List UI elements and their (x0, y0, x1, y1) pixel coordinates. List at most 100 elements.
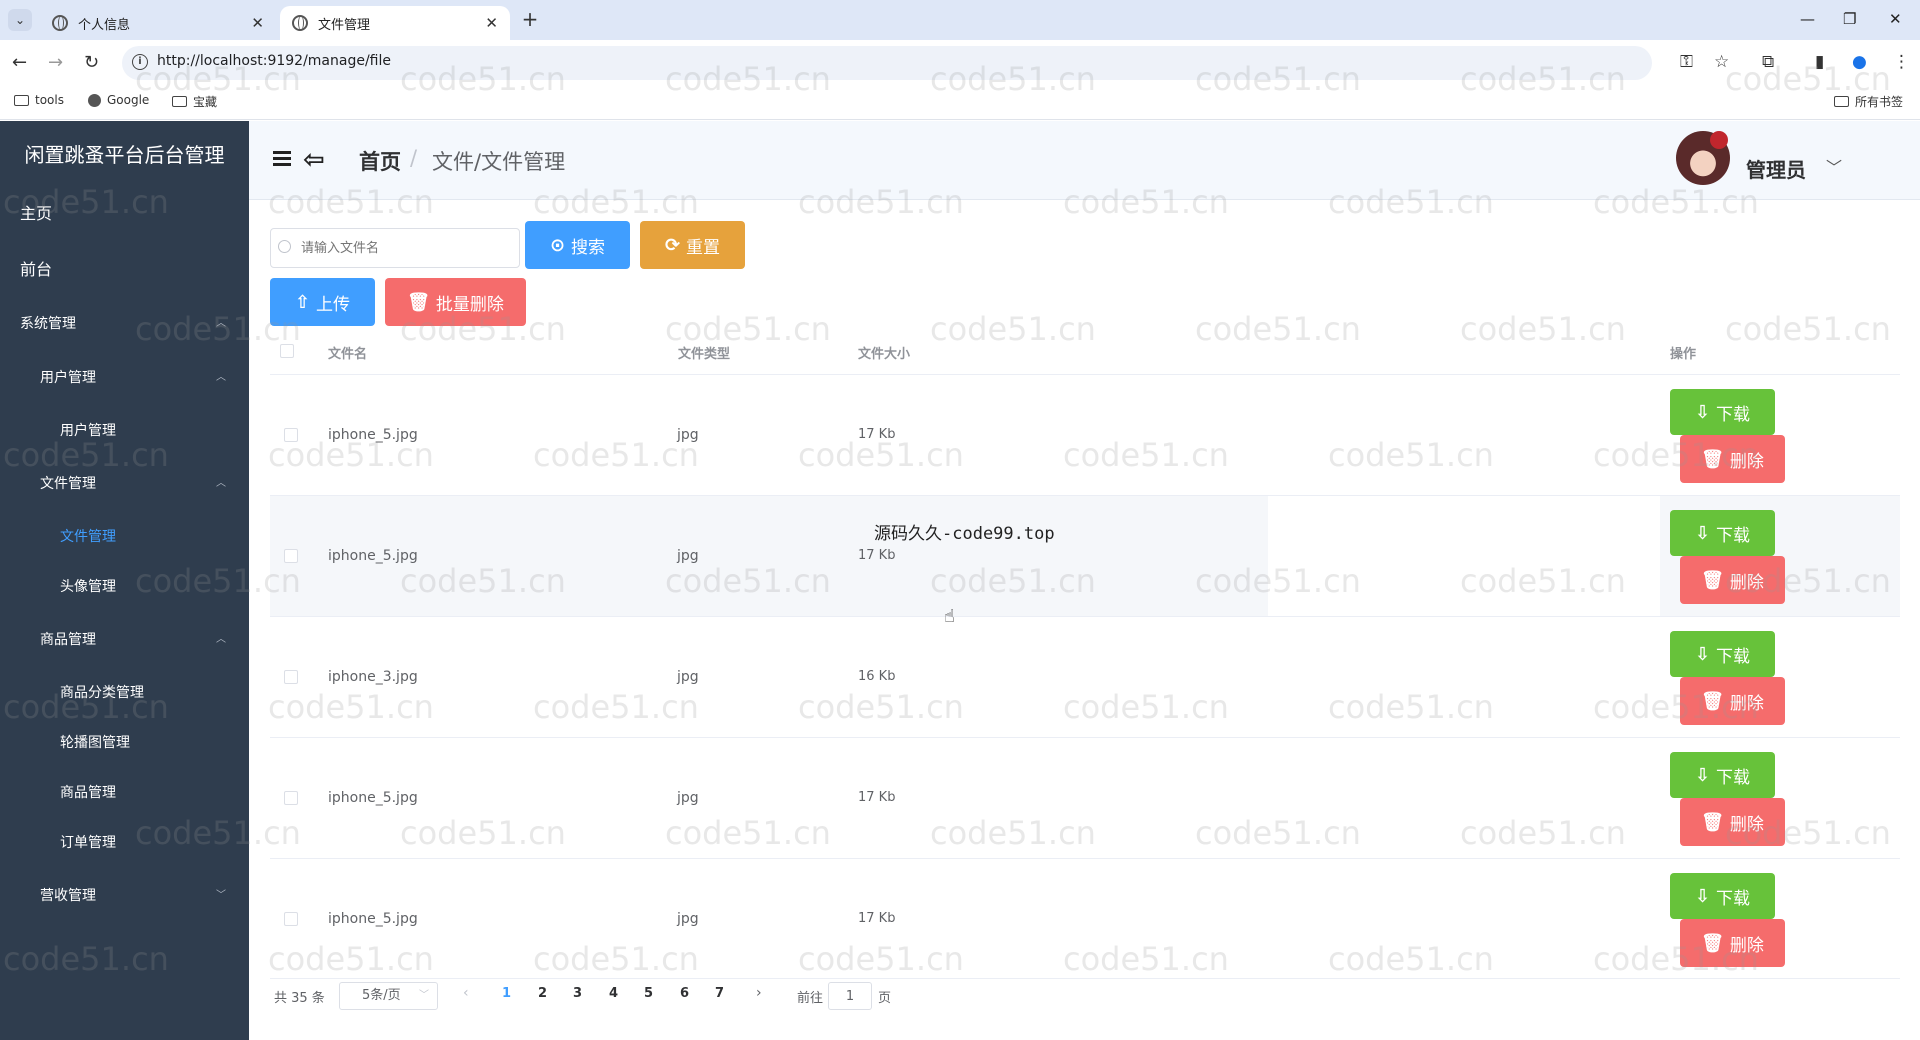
user-name[interactable]: 管理员 (1746, 154, 1806, 183)
upload-button[interactable]: ⇧ 上传 (270, 278, 375, 326)
page-number-5[interactable]: 5 (644, 986, 653, 1001)
page-size-value: 5条/页 (362, 988, 401, 1003)
collapse-arrow-icon[interactable]: ⇦ (303, 145, 325, 175)
download-button[interactable]: ⇩ 下载 (1670, 873, 1775, 919)
forward-icon[interactable]: → (48, 52, 63, 73)
hand-cursor-icon: ☝ (944, 606, 955, 627)
download-button[interactable]: ⇩ 下载 (1670, 752, 1775, 798)
search-input[interactable] (270, 228, 520, 268)
app-brand-title: 闲置跳蚤平台后台管理 (24, 143, 225, 167)
folder-icon (14, 94, 29, 106)
sidebar-item-frontend[interactable]: 前台 (20, 256, 52, 280)
batch-delete-button[interactable]: 🗑 批量删除 (385, 278, 526, 326)
breadcrumb-home[interactable]: 首页 (359, 146, 401, 176)
download-button[interactable]: ⇩ 下载 (1670, 389, 1775, 435)
row-checkbox[interactable] (284, 549, 298, 563)
restore-icon[interactable]: ❐ (1843, 10, 1856, 28)
upload-icon: ⇧ (294, 291, 311, 313)
sidebar-item-user-manage[interactable]: 用户管理 (60, 420, 116, 440)
search-button[interactable]: ⊙ 搜索 (525, 221, 630, 269)
cell-filename: iphone_5.jpg (328, 790, 418, 806)
new-tab-icon[interactable]: + (518, 8, 542, 32)
all-bookmarks[interactable]: 所有书签 (1834, 93, 1903, 110)
side-panel-icon[interactable]: ▮ (1815, 52, 1824, 72)
reset-button[interactable]: ⟳ 重置 (640, 221, 745, 269)
page-number-2[interactable]: 2 (538, 986, 547, 1001)
profile-icon[interactable]: ● (1852, 52, 1867, 72)
delete-button[interactable]: 🗑 删除 (1680, 919, 1785, 967)
bookmark-google[interactable]: Google (88, 93, 149, 107)
browser-tab-profile[interactable]: 个人信息 ✕ (40, 6, 276, 40)
url-text[interactable]: http://localhost:9192/manage/file (157, 53, 391, 69)
extensions-icon[interactable]: ⧉ (1762, 52, 1774, 72)
table-row[interactable] (270, 738, 1900, 859)
download-icon: ⇩ (1694, 764, 1711, 786)
browser-tab-file-manage[interactable]: 文件管理 ✕ (280, 6, 510, 40)
breadcrumb-current: 文件/文件管理 (432, 150, 566, 174)
table-row[interactable] (270, 617, 1900, 738)
page-size-select[interactable]: 5条/页 ﹀ (339, 982, 438, 1010)
chevron-down-icon[interactable]: ﹀ (1826, 154, 1842, 178)
back-icon[interactable]: ← (12, 52, 27, 73)
next-page-icon[interactable]: › (756, 985, 762, 1001)
row-checkbox[interactable] (284, 912, 298, 926)
delete-button[interactable]: 🗑 删除 (1680, 556, 1785, 604)
chevron-up-icon: ︿ (216, 318, 226, 329)
close-tab-icon[interactable]: ✕ (251, 14, 264, 32)
sidebar-item-goods-manage[interactable]: 商品管理 (60, 782, 116, 802)
table-row[interactable] (270, 859, 1900, 979)
close-window-icon[interactable]: ✕ (1889, 10, 1902, 28)
page-number-4[interactable]: 4 (609, 986, 618, 1001)
search-icon (278, 240, 291, 253)
more-menu-icon[interactable]: ⋮ (1893, 52, 1910, 72)
download-button[interactable]: ⇩ 下载 (1670, 510, 1775, 556)
avatar[interactable] (1676, 131, 1730, 185)
tab-search-dropdown-icon[interactable]: ⌄ (8, 9, 32, 31)
delete-button[interactable]: 🗑 删除 (1680, 798, 1785, 846)
column-header-filename: 文件名 (328, 347, 368, 362)
select-all-checkbox[interactable] (280, 344, 294, 358)
watermark-text: 源码久久-code99.top (874, 524, 1055, 544)
sidebar-item-avatar-manage[interactable]: 头像管理 (60, 576, 116, 596)
download-button[interactable]: ⇩ 下载 (1670, 631, 1775, 677)
prev-page-icon[interactable]: ‹ (463, 985, 469, 1001)
password-key-icon[interactable]: ⚿ (1680, 52, 1693, 72)
sidebar-item-goods-category[interactable]: 商品分类管理 (60, 682, 144, 702)
row-checkbox[interactable] (284, 791, 298, 805)
menu-toggle-icon[interactable] (273, 151, 291, 167)
sidebar-item-user-group[interactable]: 用户管理 (40, 367, 96, 387)
page-number-3[interactable]: 3 (573, 986, 582, 1001)
sidebar-item-file-group[interactable]: 文件管理 (40, 473, 96, 493)
sidebar-item-goods-group[interactable]: 商品管理 (40, 629, 96, 649)
goto-page-input[interactable] (828, 982, 872, 1010)
sidebar-item-revenue-group[interactable]: 营收管理 (40, 885, 96, 905)
sidebar-item-system[interactable]: 系统管理 (20, 313, 76, 333)
bookmark-tools[interactable]: tools (14, 93, 64, 107)
pagination-total: 共 35 条 (274, 991, 325, 1006)
delete-button[interactable]: 🗑 删除 (1680, 677, 1785, 725)
minimize-icon[interactable]: — (1800, 10, 1815, 28)
delete-button[interactable]: 🗑 删除 (1680, 435, 1785, 483)
trash-icon: 🗑 (1701, 811, 1724, 833)
bookmark-treasure[interactable]: 宝藏 (172, 93, 217, 110)
download-icon: ⇩ (1694, 522, 1711, 544)
cell-filename: iphone_5.jpg (328, 911, 418, 927)
close-tab-icon[interactable]: ✕ (485, 14, 498, 32)
sidebar-item-carousel[interactable]: 轮播图管理 (60, 732, 130, 752)
search-icon: ⊙ (549, 234, 566, 256)
page-number-1[interactable]: 1 (502, 986, 511, 1001)
sidebar-item-file-manage[interactable]: 文件管理 (60, 526, 116, 546)
sidebar-item-home[interactable]: 主页 (20, 200, 52, 224)
row-checkbox[interactable] (284, 670, 298, 684)
trash-icon: 🗑 (1701, 690, 1724, 712)
bookmark-star-icon[interactable]: ☆ (1714, 52, 1729, 72)
page-number-7[interactable]: 7 (715, 986, 724, 1001)
site-info-icon[interactable]: i (132, 54, 148, 70)
reload-icon[interactable]: ↻ (84, 52, 99, 73)
trash-icon: 🗑 (1701, 932, 1724, 954)
sidebar-item-order-manage[interactable]: 订单管理 (60, 832, 116, 852)
table-row[interactable] (270, 375, 1900, 496)
page-number-6[interactable]: 6 (680, 986, 689, 1001)
row-checkbox[interactable] (284, 428, 298, 442)
table-row[interactable] (270, 496, 1900, 617)
